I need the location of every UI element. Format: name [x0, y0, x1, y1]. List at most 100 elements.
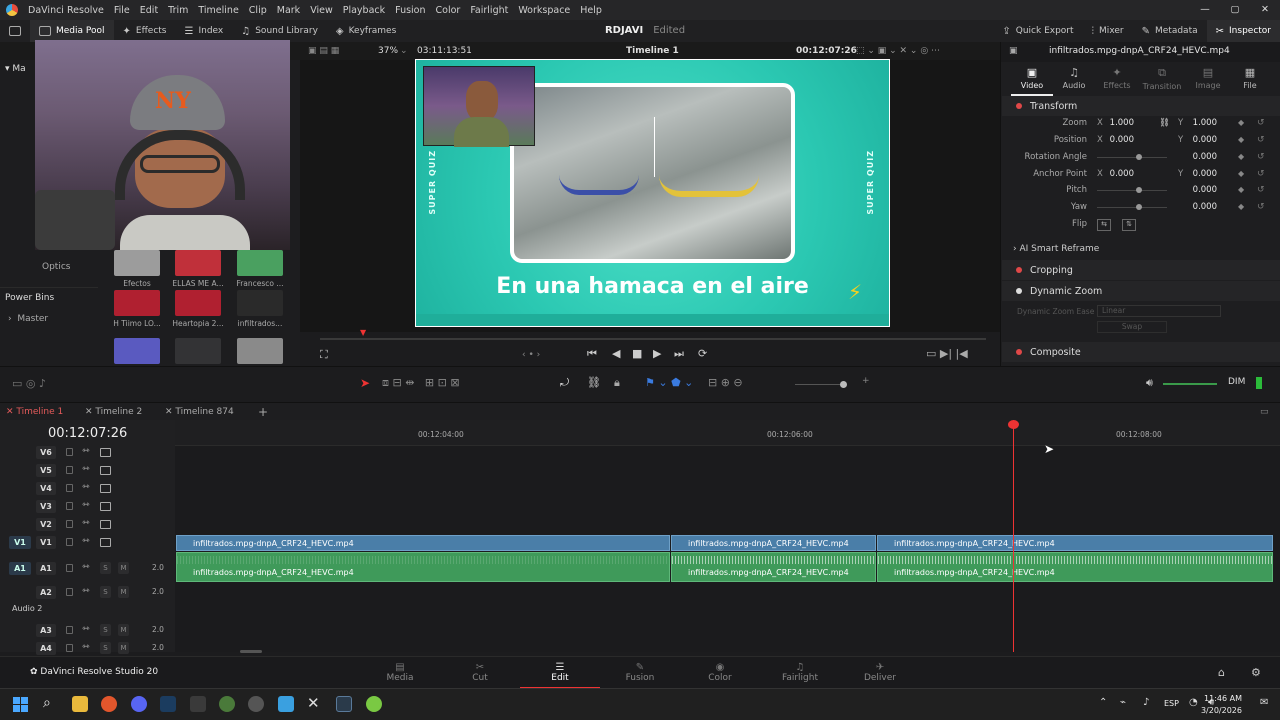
zoom-y-field[interactable]: 1.000 — [1177, 118, 1217, 128]
match-frame-icon[interactable]: ▭ ▶| |◀ — [926, 347, 968, 360]
tab-audio[interactable]: ♫ Audio — [1053, 66, 1095, 90]
audio-clip[interactable]: infiltrados.mpg-dnpA_CRF24_HEVC.mp4 — [176, 552, 670, 582]
track-lock-icon[interactable] — [66, 448, 73, 456]
toolbar-left-icons[interactable]: ▭ ◎ ♪ — [12, 377, 46, 390]
menu-edit[interactable]: Edit — [140, 5, 158, 16]
tab-transition[interactable]: ⧉ Transition — [1141, 66, 1183, 91]
play-icon[interactable]: ▶ — [653, 347, 661, 360]
timeline-scrollbar[interactable] — [240, 650, 262, 653]
lock-icon[interactable]: 🔒︎ — [614, 376, 620, 390]
search-icon[interactable]: ⌕ — [43, 695, 51, 711]
app-green-icon[interactable] — [366, 696, 382, 712]
speaker-icon[interactable]: 🔊︎ — [1146, 376, 1153, 390]
audio-clip[interactable]: infiltrados.mpg-dnpA_CRF24_HEVC.mp4 — [671, 552, 876, 582]
track-lock-icon[interactable] — [66, 564, 73, 572]
position-x-field[interactable]: 0.000 — [1094, 135, 1134, 145]
add-timeline-tab-button[interactable]: + — [258, 403, 268, 421]
reset-icon[interactable]: ↺ — [1257, 169, 1265, 179]
yaw-slider-thumb[interactable] — [1136, 204, 1142, 210]
volume-slider[interactable] — [1163, 383, 1217, 385]
tab-timeline-874[interactable]: ✕ Timeline 874 — [165, 403, 234, 421]
track-lock-icon[interactable] — [66, 538, 73, 546]
cropping-section[interactable]: Cropping — [1002, 260, 1280, 280]
reset-icon[interactable]: ↺ — [1257, 118, 1265, 128]
zoom-level[interactable]: 37% — [378, 46, 398, 56]
menu-help[interactable]: Help — [580, 5, 602, 16]
audio-track-header[interactable]: A2 ⇿ S M 2.0 — [0, 584, 175, 602]
menu-view[interactable]: View — [310, 5, 333, 16]
media-thumbnail[interactable] — [237, 338, 283, 364]
keyframe-diamond-icon[interactable]: ◆ — [1238, 135, 1244, 144]
windows-start-icon[interactable] — [13, 697, 28, 712]
timeline-zoom-thumb[interactable] — [840, 381, 847, 388]
bin-tree-caret[interactable]: ▾ Ma — [5, 64, 26, 74]
microphone-icon[interactable]: ♪ — [1143, 697, 1149, 708]
audio-track-header[interactable]: A3 ⇿ S M 2.0 — [0, 622, 175, 640]
home-icon[interactable]: ⌂ — [1218, 666, 1225, 679]
audio-track-header[interactable]: A1 A1 ⇿ S M 2.0 — [0, 560, 175, 578]
composite-section[interactable]: Composite — [1002, 342, 1280, 362]
effects-button[interactable]: ✦ Effects — [114, 20, 176, 42]
stop-icon[interactable]: ■ — [632, 347, 642, 360]
menu-color[interactable]: Color — [436, 5, 461, 16]
jog-icon[interactable]: ‹ • › — [522, 350, 540, 360]
anchor-y-field[interactable]: 0.000 — [1177, 169, 1217, 179]
track-lock-icon[interactable] — [66, 588, 73, 596]
quick-export-button[interactable]: ⇪ Quick Export — [993, 20, 1082, 42]
media-thumbnail[interactable] — [175, 250, 221, 276]
page-deliver[interactable]: ✈ Deliver — [840, 657, 920, 683]
page-media[interactable]: ▤ Media — [360, 657, 440, 683]
dz-ease-select[interactable]: Linear — [1097, 305, 1221, 317]
media-pool-button[interactable]: Media Pool — [30, 20, 114, 42]
chevron-down-icon[interactable]: ⌄ — [400, 46, 408, 56]
close-icon[interactable]: ✕ — [1250, 0, 1280, 20]
page-cut[interactable]: ✂ Cut — [440, 657, 520, 683]
source-patch[interactable]: A1 — [9, 562, 31, 575]
video-track-header[interactable]: V6 ⇿ — [0, 444, 175, 462]
reset-icon[interactable]: ↺ — [1257, 135, 1265, 145]
language-indicator[interactable]: ESP — [1164, 699, 1179, 708]
edit-tools-icons[interactable]: ⧈ ⊟ ⇹ ⊞ ⊡ ⊠ — [382, 376, 460, 390]
solo-button[interactable]: S — [100, 642, 111, 654]
mixer-button[interactable]: ⫶ Mixer — [1083, 20, 1133, 42]
tab-timeline-1[interactable]: ✕ Timeline 1 — [6, 403, 63, 421]
file-explorer-icon[interactable] — [72, 696, 88, 712]
app-icon[interactable] — [248, 696, 264, 712]
enable-dot-icon[interactable] — [1016, 103, 1022, 109]
auto-select-icon[interactable]: ⇿ — [82, 482, 90, 492]
tab-video[interactable]: ▣ Video — [1011, 66, 1053, 90]
notifications-icon[interactable]: ✉ — [1260, 697, 1268, 708]
mute-button[interactable]: M — [118, 624, 129, 636]
reset-icon[interactable]: ↺ — [1257, 152, 1265, 162]
metadata-button[interactable]: ✎ Metadata — [1133, 20, 1207, 42]
disabled-dot-icon[interactable] — [1016, 288, 1022, 294]
track-lock-icon[interactable] — [66, 466, 73, 474]
video-track-header[interactable]: V5 ⇿ — [0, 462, 175, 480]
capcut-icon[interactable]: ✕ — [307, 694, 320, 712]
skip-end-icon[interactable]: ⏭ — [674, 347, 684, 361]
menu-fusion[interactable]: Fusion — [395, 5, 425, 16]
index-button[interactable]: ☰ Index — [176, 20, 233, 42]
discord-icon[interactable] — [131, 696, 147, 712]
inspector-button[interactable]: ✂ Inspector — [1206, 20, 1280, 42]
flag-icon[interactable]: ⚑ ⌄ ⬟ ⌄ — [645, 376, 693, 389]
crop-icon[interactable]: ⛶ — [320, 348, 328, 362]
menu-timeline[interactable]: Timeline — [198, 5, 238, 16]
keyframe-diamond-icon[interactable]: ◆ — [1238, 185, 1244, 194]
dynamic-zoom-section[interactable]: Dynamic Zoom — [1002, 281, 1280, 301]
rotation-field[interactable]: 0.000 — [1177, 152, 1217, 162]
ai-smart-reframe-section[interactable]: › AI Smart Reframe — [1013, 244, 1099, 254]
selection-tool-icon[interactable]: ➤ — [360, 376, 370, 390]
yaw-slider[interactable] — [1097, 207, 1167, 208]
reset-icon[interactable]: ↺ — [1257, 185, 1265, 195]
rotation-slider[interactable] — [1097, 157, 1167, 158]
auto-select-icon[interactable]: ⇿ — [82, 464, 90, 474]
track-lock-icon[interactable] — [66, 644, 73, 652]
panel-toggle-button[interactable] — [0, 20, 30, 42]
media-thumbnail[interactable] — [237, 290, 283, 316]
mute-button[interactable]: M — [118, 642, 129, 654]
snapping-icon[interactable]: ⤾ — [560, 376, 569, 390]
video-clip[interactable]: infiltrados.mpg-dnpA_CRF24_HEVC.mp4 — [176, 535, 670, 551]
video-track-header[interactable]: V4 ⇿ — [0, 480, 175, 498]
auto-select-icon[interactable]: ⇿ — [82, 518, 90, 528]
